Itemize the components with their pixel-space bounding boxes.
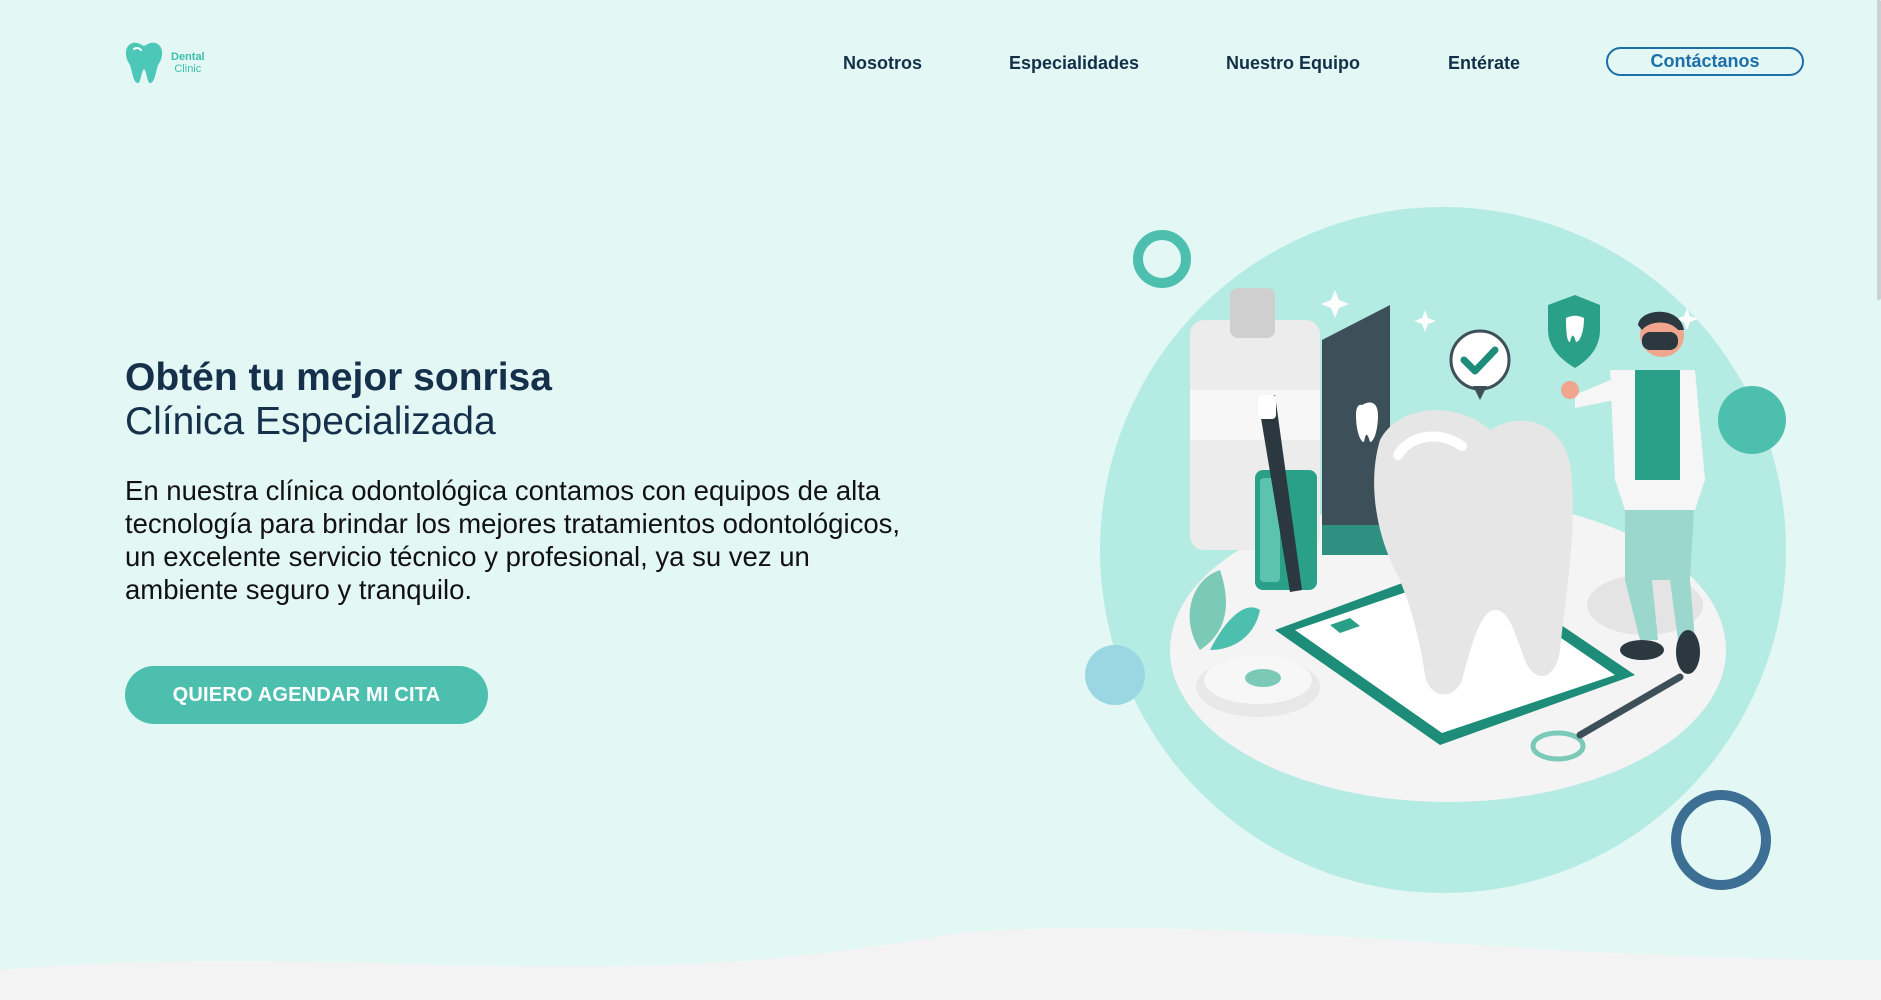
nav-link-nosotros[interactable]: Nosotros [843, 53, 922, 74]
nav-link-especialidades[interactable]: Especialidades [1009, 53, 1139, 74]
bottom-wave [0, 927, 1881, 1000]
book-appointment-button[interactable]: QUIERO AGENDAR MI CITA [125, 666, 488, 724]
hero-description: En nuestra clínica odontológica contamos… [125, 475, 901, 605]
nav-link-nuestro-equipo[interactable]: Nuestro Equipo [1226, 53, 1360, 74]
contact-button[interactable]: Contáctanos [1606, 47, 1804, 76]
hero-title: Obtén tu mejor sonrisa [125, 356, 552, 399]
hero-subtitle: Clínica Especializada [125, 400, 496, 443]
scrollbar[interactable] [1877, 0, 1881, 300]
main-nav: Nosotros Especialidades Nuestro Equipo E… [0, 47, 1881, 77]
nav-link-enterate[interactable]: Entérate [1448, 53, 1520, 74]
dental-illustration [1085, 207, 1786, 893]
